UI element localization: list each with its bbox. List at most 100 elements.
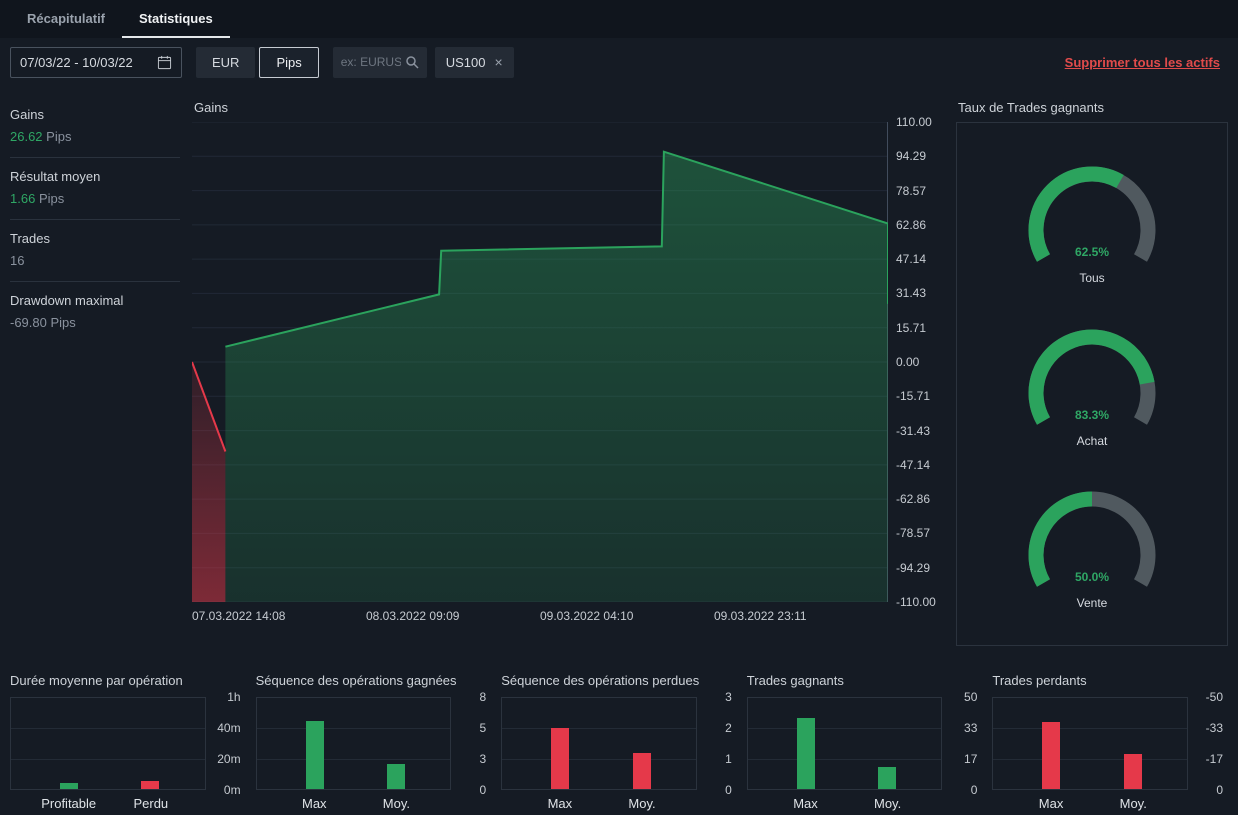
- bar-label: Moy.: [1119, 796, 1147, 811]
- gridline: [747, 728, 942, 730]
- gains-chart-title: Gains: [194, 100, 228, 115]
- delete-all-assets-link[interactable]: Supprimer tous les actifs: [1065, 55, 1220, 70]
- mini-y-tick: 3: [725, 690, 732, 704]
- gains-y-tick: 31.43: [896, 286, 927, 301]
- gains-y-tick: -94.29: [896, 560, 931, 575]
- bar-profitable: [60, 782, 79, 789]
- losing-trades-y-axis: -50 -33 -17 0: [1188, 690, 1228, 797]
- avg-duration-plot[interactable]: [10, 697, 206, 790]
- bar-max: [796, 718, 815, 789]
- gauge-achat: 83.3% Achat: [1017, 321, 1167, 448]
- win-rate-panel-title: Taux de Trades gagnants: [958, 100, 1104, 115]
- gains-y-tick: 62.86: [896, 217, 927, 232]
- mini-y-tick: 8: [479, 690, 487, 704]
- tab-recapitulatif[interactable]: Récapitulatif: [10, 0, 122, 38]
- mini-chart-title: Durée moyenne par opération: [10, 673, 183, 688]
- unit-pips-button[interactable]: Pips: [259, 46, 319, 78]
- bar-label: Moy.: [628, 796, 656, 811]
- mini-y-tick: -17: [1205, 752, 1223, 766]
- loss-streak-y-axis: 3 2 1 0: [697, 690, 737, 797]
- gains-y-tick: 78.57: [896, 183, 927, 198]
- calendar-icon[interactable]: [157, 55, 172, 70]
- currency-button[interactable]: EUR: [196, 46, 256, 78]
- gains-y-tick: 47.14: [896, 252, 927, 267]
- win-streak-plot[interactable]: [255, 697, 452, 790]
- stat-value: 1.66 Pips: [10, 191, 65, 206]
- mini-y-tick: 17: [964, 752, 978, 766]
- bar-label: Profitable: [41, 796, 97, 811]
- gauge-value: 62.5%: [1075, 245, 1109, 259]
- mini-y-tick: 0: [479, 783, 487, 797]
- gains-chart-wrap: 07.03.2022 14:08 08.03.2022 09:09 09.03.20…: [191, 115, 944, 631]
- gridline: [11, 758, 205, 760]
- gains-area-chart[interactable]: [191, 121, 889, 603]
- bar-label: Moy.: [382, 796, 411, 811]
- gains-y-tick: -110.00: [896, 595, 936, 609]
- gains-x-tick: 09.03.2022 23:11: [714, 609, 807, 623]
- gains-y-tick: 15.71: [896, 320, 927, 335]
- bar-label: Max: [793, 796, 818, 811]
- tab-bar: Récapitulatif Statistiques: [0, 0, 1238, 38]
- stat-label: Trades: [10, 231, 50, 246]
- stat-label: Gains: [10, 107, 44, 122]
- bottom-charts-row: Durée moyenne par opération Profitable Pe…: [10, 673, 1228, 815]
- gains-y-tick: 94.29: [896, 149, 927, 164]
- loss-streak-plot[interactable]: [501, 697, 697, 790]
- mini-y-tick: 0: [725, 783, 732, 797]
- bar-label: Max: [301, 796, 327, 811]
- stat-value: 26.62 Pips: [10, 129, 72, 144]
- gauge-value: 50.0%: [1075, 570, 1109, 584]
- bar-moy: [878, 767, 897, 789]
- asset-chip-label: US100: [445, 54, 486, 70]
- losing-trades-plot[interactable]: [992, 697, 1188, 790]
- gains-y-tick: -78.57: [896, 526, 931, 541]
- winning-trades-chart: Trades gagnants Max Moy. 50 33 17 0: [746, 673, 983, 815]
- date-range-input[interactable]: 07/03/22 - 10/03/22: [10, 46, 182, 78]
- gains-y-tick: -31.43: [896, 423, 931, 438]
- mini-y-tick: -33: [1205, 721, 1223, 735]
- asset-chip-us100[interactable]: US100 ×: [434, 46, 514, 78]
- stat-gains: Gains 26.62 Pips: [10, 96, 180, 158]
- mini-chart-title: Séquence des opérations gagnées: [255, 673, 457, 688]
- gains-y-axis: 110.00 94.29 78.57 62.86 47.14 31.43 15.71 0.00…: [888, 115, 944, 609]
- mini-chart-title: Séquence des opérations perdues: [501, 673, 700, 688]
- mini-y-tick: 1: [725, 752, 732, 766]
- loss-streak-chart: Séquence des opérations perdues Max Moy. …: [501, 673, 737, 815]
- mini-y-tick: 0: [970, 783, 978, 797]
- stat-value: 16: [10, 253, 25, 268]
- bar-moy: [386, 763, 405, 789]
- gauge-vente: 50.0% Vente: [1017, 483, 1167, 610]
- search-icon[interactable]: [405, 55, 419, 69]
- gains-y-tick: -62.86: [896, 492, 931, 507]
- stat-trades: Trades 16: [10, 220, 180, 282]
- win-rate-gauges: 62.5% Tous 83.3% Achat 50.0% Vente: [956, 122, 1228, 646]
- avg-duration-x-axis: Profitable Perdu: [10, 796, 206, 815]
- tab-statistiques[interactable]: Statistiques: [122, 0, 230, 38]
- mini-y-tick: 5: [479, 721, 487, 735]
- gridline: [256, 728, 451, 730]
- gauge-value: 83.3%: [1075, 408, 1109, 422]
- gridline: [993, 728, 1187, 730]
- stat-drawdown-maximal: Drawdown maximal -69.80 Pips: [10, 282, 180, 343]
- mini-y-tick: 40m: [217, 721, 241, 735]
- winning-trades-plot[interactable]: [746, 697, 943, 790]
- remove-asset-icon[interactable]: ×: [495, 54, 503, 70]
- avg-duration-chart: Durée moyenne par opération Profitable Pe…: [10, 673, 246, 815]
- gains-x-tick: 07.03.2022 14:08: [192, 609, 286, 623]
- mini-y-tick: 50: [964, 690, 978, 704]
- gains-x-tick: 08.03.2022 09:09: [366, 609, 460, 623]
- mini-y-tick: 20m: [217, 752, 241, 766]
- gains-y-tick: -47.14: [896, 457, 931, 472]
- gains-y-tick: -15.71: [896, 389, 931, 404]
- loss-streak-x-axis: Max Moy.: [501, 796, 697, 815]
- gains-x-tick: 09.03.2022 04:10: [540, 609, 634, 623]
- symbol-search[interactable]: [332, 46, 427, 78]
- losing-trades-chart: Trades perdants Max Moy. -50 -33 -17 0: [992, 673, 1228, 815]
- winning-trades-y-axis: 50 33 17 0: [942, 690, 982, 797]
- gridline: [256, 758, 451, 760]
- win-streak-y-axis: 8 5 3 0: [451, 690, 491, 797]
- stat-value: -69.80 Pips: [10, 315, 76, 330]
- symbol-search-input[interactable]: [340, 55, 401, 69]
- mini-y-tick: 33: [964, 721, 978, 735]
- stat-label: Résultat moyen: [10, 169, 101, 184]
